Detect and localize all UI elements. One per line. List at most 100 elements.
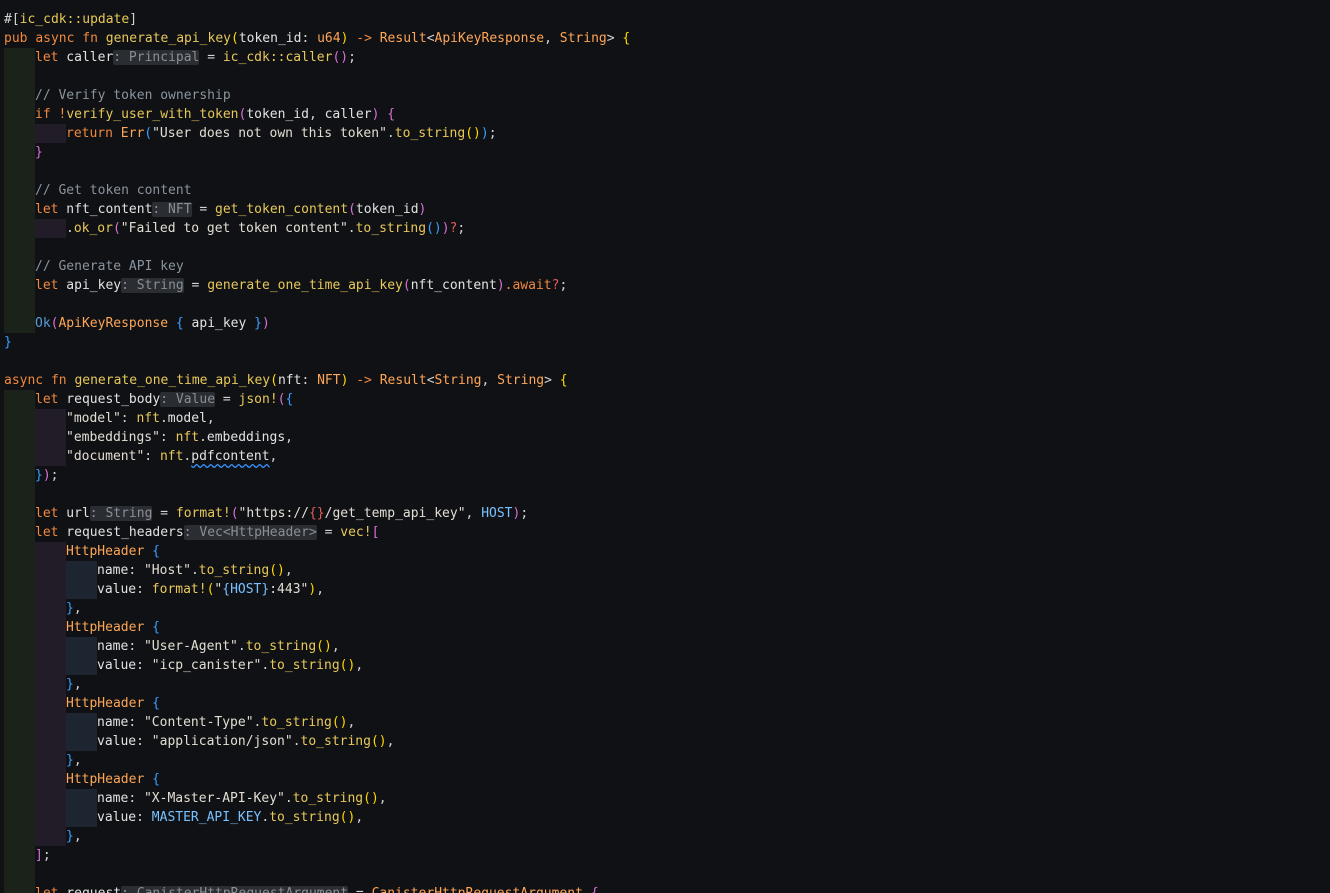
code-line[interactable]: "model": nft.model, (4, 409, 215, 428)
code-line[interactable] (4, 162, 35, 181)
code-line[interactable]: if !verify_user_with_token(token_id, cal… (4, 105, 395, 124)
code-line[interactable]: let request_headers: Vec<HttpHeader> = v… (4, 523, 379, 542)
code-token: ; (457, 221, 466, 236)
code-line[interactable]: "document": nft.pdfcontent, (4, 447, 277, 466)
code-token: , (481, 373, 498, 388)
code-line[interactable]: }, (4, 751, 82, 770)
code-token: ( (270, 373, 278, 388)
code-line[interactable]: let request_body: Value = json!({ (4, 390, 293, 409)
code-line[interactable]: value: MASTER_API_KEY.to_string(), (4, 808, 363, 827)
type-inlay-hint: : NFT (152, 202, 192, 217)
code-token: value (97, 810, 137, 825)
code-line[interactable] (4, 295, 35, 314)
code-token: ; (348, 50, 356, 65)
code-token: to_string (198, 563, 270, 578)
code-token: , (284, 563, 293, 578)
code-token: request_body (58, 392, 161, 407)
indent-guide (4, 485, 35, 504)
code-line[interactable]: Ok(ApiKeyResponse { api_key }) (4, 314, 270, 333)
code-line[interactable]: #[ic_cdk::update] (4, 10, 137, 29)
code-line[interactable] (4, 67, 35, 86)
code-token: ok_or (73, 221, 113, 236)
indent-guide (4, 257, 35, 276)
code-token: #[ (4, 12, 20, 27)
indent-guide (35, 409, 66, 428)
code-editor[interactable]: #[ic_cdk::update] pub async fn generate_a… (0, 0, 1330, 893)
code-token: : (136, 734, 152, 749)
code-line[interactable]: HttpHeader { (4, 694, 160, 713)
code-token: , (355, 810, 364, 825)
code-line[interactable]: ]; (4, 846, 51, 865)
code-line[interactable]: } (4, 143, 43, 162)
code-token: String (434, 373, 482, 388)
code-line[interactable]: name: "User-Agent".to_string(), (4, 637, 340, 656)
code-token: () (370, 734, 387, 749)
code-line[interactable]: } (4, 333, 12, 352)
code-line[interactable]: HttpHeader { (4, 618, 160, 637)
code-line[interactable]: let api_key: String = generate_one_time_… (4, 276, 567, 295)
code-line[interactable] (4, 865, 35, 884)
code-token: MASTER_API_KEY (151, 810, 262, 825)
indent-guide (4, 238, 35, 257)
code-line[interactable]: }, (4, 827, 82, 846)
code-line[interactable]: value: "icp_canister".to_string(), (4, 656, 363, 675)
indent-guide (4, 523, 35, 542)
code-token: fn (50, 373, 67, 388)
indent-guide (4, 542, 35, 561)
code-token: HttpHeader (66, 696, 145, 711)
code-line[interactable] (4, 238, 35, 257)
code-line[interactable]: // Verify token ownership (4, 86, 231, 105)
code-token: ( (231, 31, 239, 46)
code-line[interactable]: return Err("User does not own this token… (4, 124, 497, 143)
code-line[interactable] (4, 485, 35, 504)
code-token: ; (488, 126, 497, 141)
indent-guide (4, 675, 35, 694)
indent-guide (4, 181, 35, 200)
code-token: generate_one_time_api_key (207, 278, 403, 293)
code-line[interactable]: }); (4, 466, 58, 485)
code-token: . (237, 639, 246, 654)
code-line[interactable]: // Get token content (4, 181, 192, 200)
code-line[interactable]: name: "Content-Type".to_string(), (4, 713, 355, 732)
code-line[interactable]: "embeddings": nft.embeddings, (4, 428, 293, 447)
code-line[interactable]: .ok_or("Failed to get token content".to_… (4, 219, 465, 238)
code-line[interactable]: }, (4, 599, 82, 618)
code-token: () (339, 810, 356, 825)
code-line[interactable]: }, (4, 675, 82, 694)
code-token: fn (82, 31, 98, 46)
code-token: async (35, 31, 75, 46)
code-comment: // Generate API key (35, 259, 184, 274)
code-comment: // Verify token ownership (35, 88, 231, 103)
code-line[interactable]: name: "X-Master-API-Key".to_string(), (4, 789, 387, 808)
indent-guide (4, 846, 35, 865)
code-token: ApiKeyResponse (58, 316, 169, 331)
code-line[interactable]: value: format!("{HOST}:443"), (4, 580, 324, 599)
code-line[interactable]: value: "application/json".to_string(), (4, 732, 394, 751)
code-token: ic_cdk::update (19, 12, 130, 27)
code-token: generate_api_key (105, 31, 231, 46)
code-token: name (97, 715, 129, 730)
code-token: name (97, 791, 129, 806)
indent-guide (35, 713, 66, 732)
code-line[interactable]: let url: String = format!("https://{}/ge… (4, 504, 528, 523)
code-line[interactable]: let nft_content: NFT = get_token_content… (4, 200, 426, 219)
code-token: . (159, 411, 168, 426)
code-line[interactable]: let caller: Principal = ic_cdk::caller()… (4, 48, 356, 67)
code-line[interactable]: async fn generate_one_time_api_key(nft: … (4, 371, 568, 390)
code-token: , (465, 506, 482, 521)
code-line[interactable]: name: "Host".to_string(), (4, 561, 293, 580)
code-token: to_string (292, 791, 364, 806)
code-token: : (144, 449, 160, 464)
code-token: ( (230, 506, 239, 521)
code-line[interactable]: HttpHeader { (4, 542, 160, 561)
code-token: () (465, 126, 481, 141)
indent-guide (35, 618, 66, 637)
code-token: , (355, 658, 364, 673)
code-line[interactable]: HttpHeader { (4, 770, 160, 789)
code-line[interactable]: // Generate API key (4, 257, 184, 276)
code-line[interactable]: let request: CanisterHttpRequestArgument… (4, 884, 599, 893)
code-token: : (159, 430, 176, 445)
code-line[interactable]: pub async fn generate_api_key(token_id: … (4, 29, 630, 48)
